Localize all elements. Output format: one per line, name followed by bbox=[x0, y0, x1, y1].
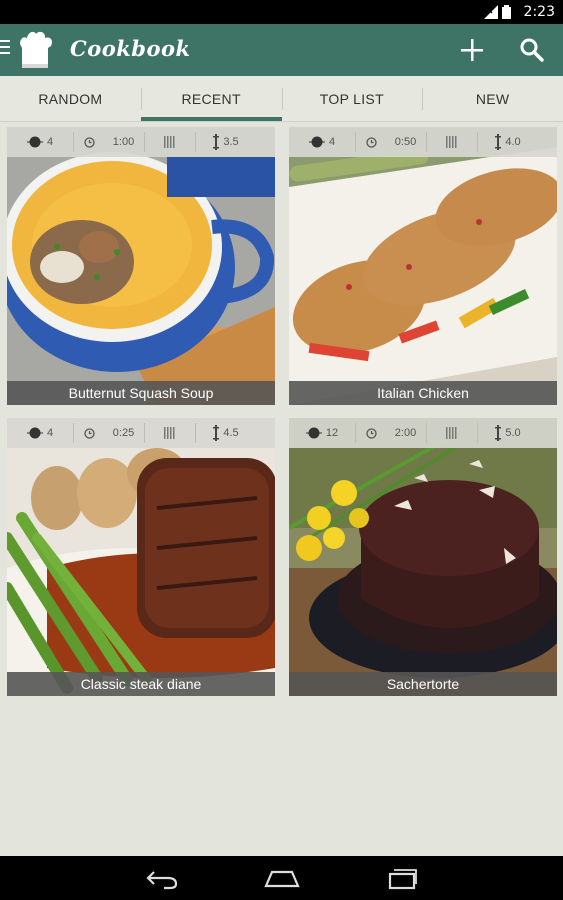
recipe-info-bar: 12 2:00 5.0 bbox=[289, 418, 557, 448]
servings-value: 4 bbox=[46, 427, 54, 439]
tab-random[interactable]: RANDOM bbox=[0, 76, 141, 121]
servings-value: 4 bbox=[328, 136, 336, 148]
recipe-title: Italian Chicken bbox=[289, 381, 557, 405]
rating: 3.5 bbox=[196, 127, 256, 157]
servings: 4 bbox=[7, 127, 73, 157]
time-value: 0:25 bbox=[112, 427, 135, 439]
status-bar: 2:23 bbox=[0, 0, 563, 24]
difficulty bbox=[427, 418, 477, 448]
clock-icon bbox=[366, 427, 377, 439]
signal-icon bbox=[484, 5, 498, 19]
difficulty-bars-icon bbox=[164, 427, 175, 439]
rating: 4.0 bbox=[478, 127, 538, 157]
rating-thermometer-icon bbox=[213, 134, 220, 150]
clock-icon bbox=[84, 427, 95, 439]
recipe-card[interactable]: 4 1:00 3.5 Butternut Squash Soup bbox=[7, 127, 275, 405]
recipe-title: Classic steak diane bbox=[7, 672, 275, 696]
clock-icon bbox=[366, 136, 377, 148]
rating-thermometer-icon bbox=[495, 425, 502, 441]
servings: 12 bbox=[289, 418, 355, 448]
rating: 5.0 bbox=[478, 418, 538, 448]
servings-value: 4 bbox=[46, 136, 54, 148]
servings-icon bbox=[26, 427, 43, 439]
recipe-title: Sachertorte bbox=[289, 672, 557, 696]
recipe-card[interactable]: 4 0:50 4.0 Italian Chicken bbox=[289, 127, 557, 405]
status-time: 2:23 bbox=[523, 4, 555, 20]
tab-new[interactable]: NEW bbox=[422, 76, 563, 121]
recipe-info-bar: 4 1:00 3.5 bbox=[7, 127, 275, 157]
rating-value: 3.5 bbox=[223, 136, 239, 148]
servings: 4 bbox=[7, 418, 73, 448]
cook-time: 1:00 bbox=[74, 127, 144, 157]
difficulty-bars-icon bbox=[446, 136, 457, 148]
recipe-photo-steak bbox=[7, 418, 275, 696]
recipe-info-bar: 4 0:25 4.5 bbox=[7, 418, 275, 448]
rating-value: 5.0 bbox=[505, 427, 521, 439]
cook-time: 2:00 bbox=[356, 418, 426, 448]
servings-icon bbox=[26, 136, 43, 148]
rating-thermometer-icon bbox=[213, 425, 220, 441]
recipe-photo-sachertorte bbox=[289, 418, 557, 696]
rating-value: 4.5 bbox=[223, 427, 239, 439]
difficulty-bars-icon bbox=[446, 427, 457, 439]
servings: 4 bbox=[289, 127, 355, 157]
cook-time: 0:25 bbox=[74, 418, 144, 448]
difficulty bbox=[427, 127, 477, 157]
navigation-bar bbox=[0, 856, 563, 900]
add-icon[interactable] bbox=[458, 36, 486, 64]
recent-apps-icon[interactable] bbox=[382, 866, 422, 890]
home-icon[interactable] bbox=[262, 866, 302, 890]
status-icons bbox=[484, 5, 511, 19]
tab-recent[interactable]: RECENT bbox=[140, 76, 282, 121]
cook-time: 0:50 bbox=[356, 127, 426, 157]
difficulty bbox=[145, 418, 195, 448]
time-value: 1:00 bbox=[112, 136, 135, 148]
back-icon[interactable] bbox=[142, 866, 182, 890]
recipe-card[interactable]: 12 2:00 5.0 Sachertorte bbox=[289, 418, 557, 696]
difficulty-bars-icon bbox=[164, 136, 175, 148]
tab-bar: RANDOM RECENT TOP LIST NEW bbox=[0, 76, 563, 122]
servings-icon bbox=[305, 427, 322, 439]
rating: 4.5 bbox=[196, 418, 256, 448]
servings-value: 12 bbox=[325, 427, 339, 439]
time-value: 0:50 bbox=[394, 136, 417, 148]
battery-icon bbox=[502, 5, 511, 19]
difficulty bbox=[145, 127, 195, 157]
search-icon[interactable] bbox=[518, 36, 546, 64]
recipe-photo-soup bbox=[7, 127, 275, 405]
rating-value: 4.0 bbox=[505, 136, 521, 148]
clock-icon bbox=[84, 136, 95, 148]
app-title: Cookbook bbox=[70, 36, 191, 61]
menu-icon[interactable] bbox=[0, 40, 10, 58]
recipe-info-bar: 4 0:50 4.0 bbox=[289, 127, 557, 157]
cookbook-logo-icon[interactable] bbox=[14, 28, 56, 72]
rating-thermometer-icon bbox=[495, 134, 502, 150]
tab-top-list[interactable]: TOP LIST bbox=[281, 76, 423, 121]
recipe-card[interactable]: 4 0:25 4.5 Classic steak diane bbox=[7, 418, 275, 696]
recipe-photo-chicken bbox=[289, 127, 557, 405]
servings-icon bbox=[308, 136, 325, 148]
recipe-title: Butternut Squash Soup bbox=[7, 381, 275, 405]
app-bar: Cookbook bbox=[0, 24, 563, 76]
time-value: 2:00 bbox=[394, 427, 417, 439]
